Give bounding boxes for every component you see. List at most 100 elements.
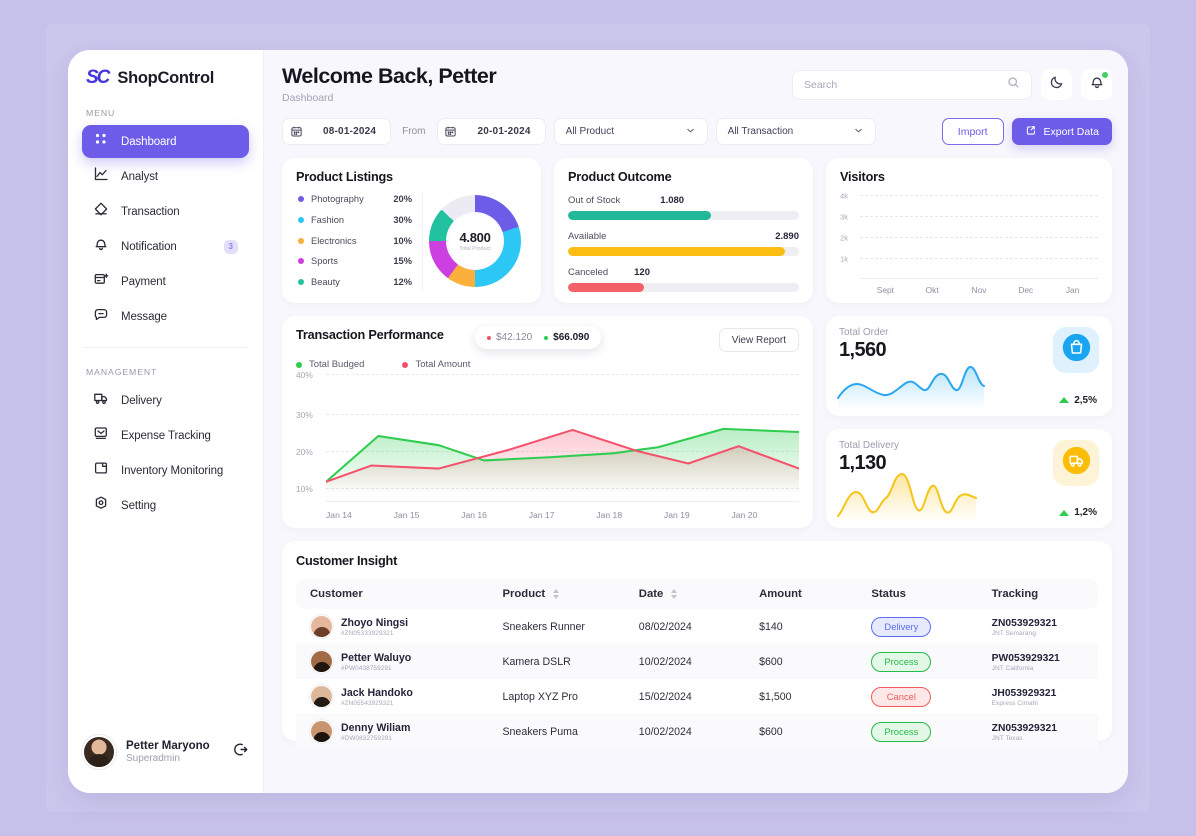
sidebar-item-delivery[interactable]: Delivery [82, 384, 249, 417]
avatar [310, 615, 333, 638]
legend-value: 12% [393, 277, 412, 287]
sidebar-item-inventory-monitoring[interactable]: Inventory Monitoring [82, 454, 249, 487]
sidebar-item-notification[interactable]: Notification 3 [82, 230, 249, 263]
legend-label: Fashion [311, 214, 345, 225]
x-tick: Jan 17 [528, 510, 555, 520]
tracking-courier: Express Cimahi [991, 699, 1038, 707]
sidebar-item-transaction[interactable]: Transaction [82, 195, 249, 228]
cell-date: 10/02/2024 [638, 655, 692, 668]
legend-item: Total Budged [296, 359, 364, 370]
x-tick: Jan 14 [326, 510, 352, 520]
x-tick: Jan 16 [461, 510, 487, 520]
date-to-field[interactable]: 20-01-2024 [436, 118, 546, 145]
sidebar-item-analyst[interactable]: Analyst [82, 160, 249, 193]
customer-name: Zhoyo Ningsi [341, 616, 409, 629]
outcome-fill [568, 211, 712, 220]
customer-id: #PW0438759291 [341, 664, 392, 672]
sort-icon[interactable] [671, 589, 678, 600]
logout-icon[interactable] [232, 741, 249, 763]
sidebar-item-label: Dashboard [121, 135, 177, 148]
message-icon [93, 306, 109, 327]
visitors-bars [862, 192, 1096, 279]
bell-icon [93, 236, 109, 257]
legend-label: Electronics [311, 235, 357, 246]
sidebar-item-setting[interactable]: Setting [82, 489, 249, 522]
donut-total-value: 4.800 [459, 230, 491, 245]
brand-name: ShopControl [117, 68, 215, 87]
chart-line-icon [93, 166, 109, 187]
y-tick: 2k [840, 233, 849, 243]
date-to-value: 20-01-2024 [463, 118, 546, 145]
sidebar-divider [84, 347, 247, 348]
user-profile[interactable]: Petter Maryono Superadmin [82, 735, 249, 769]
search-box[interactable] [792, 69, 1032, 100]
x-tick: Jan 15 [393, 510, 420, 520]
x-tick: Jan [1065, 285, 1080, 295]
chevron-down-icon [853, 125, 864, 139]
stat-delta: 2,5% [1059, 395, 1097, 406]
sidebar-item-dashboard[interactable]: Dashboard [82, 125, 249, 158]
notification-button[interactable] [1081, 69, 1112, 100]
sidebar-item-label: Delivery [121, 394, 162, 407]
donut-legend: Photography 20% Fashion 30% Electronics [296, 191, 423, 291]
status-badge: Cancel [871, 686, 932, 707]
date-from-field[interactable]: 08-01-2024 [282, 118, 392, 145]
stats-row-one: Product Listings Photography 20% Fashion [282, 158, 1112, 303]
transaction-filter-select[interactable]: All Transaction [715, 118, 876, 145]
total-delivery-sparkline [837, 472, 977, 522]
import-button[interactable]: Import [941, 118, 1004, 145]
stat-delta: 1,2% [1059, 507, 1097, 518]
trend-up-icon [1059, 397, 1070, 403]
from-label: From [402, 126, 426, 137]
table-row[interactable]: Denny Wiliam #DW0832759291 Sneakers Puma… [296, 714, 1098, 749]
card-title: Product Listings [296, 170, 393, 184]
total-order-card: Total Order 1,560 2,5% [826, 316, 1112, 416]
customer-name: Jack Handoko [341, 686, 413, 699]
outcome-fill [568, 283, 645, 292]
sidebar-item-label: Notification [121, 240, 177, 253]
x-tick: Jan 20 [731, 510, 758, 520]
date-from-value: 08-01-2024 [309, 118, 392, 145]
export-data-button[interactable]: Export Data [1011, 118, 1112, 145]
product-filter-select[interactable]: All Product [553, 118, 708, 145]
performance-series [326, 427, 799, 494]
sidebar-item-payment[interactable]: Payment [82, 265, 249, 298]
search-input[interactable] [804, 78, 1007, 91]
status-badge: Delivery [871, 616, 932, 637]
tracking-courier: JNT Texas [991, 734, 1023, 742]
card-icon [93, 271, 109, 292]
cell-status: Process [857, 714, 977, 749]
column-header-date[interactable]: Date [624, 579, 746, 609]
legend-label: Total Amount [415, 359, 471, 370]
header-actions [792, 64, 1112, 100]
table-row[interactable]: Zhoyo Ningsi #ZN05333929321 Sneakers Run… [296, 609, 1098, 644]
cell-tracking: ZN053929321 JNT Texas [978, 714, 1098, 749]
outcome-label: Available [568, 231, 607, 242]
folder-icon [93, 460, 109, 481]
sidebar-item-expense-tracking[interactable]: Expense Tracking [82, 419, 249, 452]
legend-value: 30% [393, 214, 412, 225]
sort-icon[interactable] [553, 589, 560, 600]
total-delivery-card: Total Delivery 1,130 1,2% [826, 428, 1112, 528]
table-row[interactable]: Jack Handoko #ZN05543929321 Laptop XYZ P… [296, 679, 1098, 714]
calendar-icon [282, 118, 309, 145]
customer-name: Denny Wiliam [341, 721, 411, 734]
page-header: Welcome Back, Petter Dashboard [282, 64, 1112, 104]
cell-date: 15/02/2024 [638, 690, 692, 703]
column-header-product[interactable]: Product [488, 579, 625, 609]
status-badge: Process [871, 721, 932, 742]
x-tick: Okt [925, 285, 939, 295]
table-row[interactable]: Petter Waluyo #PW0438759291 Kamera DSLR … [296, 644, 1098, 679]
card-title: Transaction Performance [296, 328, 444, 342]
customer-id: #ZN05333929321 [341, 629, 394, 637]
sidebar-item-message[interactable]: Message [82, 300, 249, 333]
product-filter-value: All Product [565, 126, 615, 137]
bag-icon [1061, 332, 1092, 368]
gear-icon [93, 495, 109, 516]
card-title: Visitors [840, 170, 885, 184]
view-report-button[interactable]: View Report [718, 328, 799, 352]
outcome-item-available: Available 2.890 [568, 231, 799, 256]
theme-toggle-button[interactable] [1041, 69, 1072, 100]
customer-id: #ZN05543929321 [341, 699, 394, 707]
y-tick: 1k [840, 254, 849, 264]
